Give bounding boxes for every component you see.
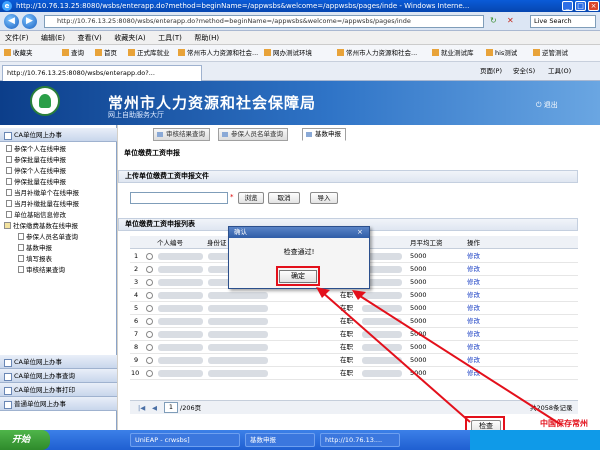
taskbar-item[interactable]: http://10.76.13.... <box>320 433 400 447</box>
arrow-to-ok-2 <box>359 295 561 425</box>
start-button[interactable]: 开始 <box>0 430 50 450</box>
arrow-to-ok <box>321 291 471 423</box>
taskbar-item[interactable]: 基数申报 <box>245 433 315 447</box>
taskbar-item[interactable]: UniEAP - crwsbs] <box>130 433 240 447</box>
watermark: 中国保存常州 <box>540 419 588 428</box>
annotation-arrows <box>316 287 561 425</box>
system-tray <box>470 430 600 450</box>
